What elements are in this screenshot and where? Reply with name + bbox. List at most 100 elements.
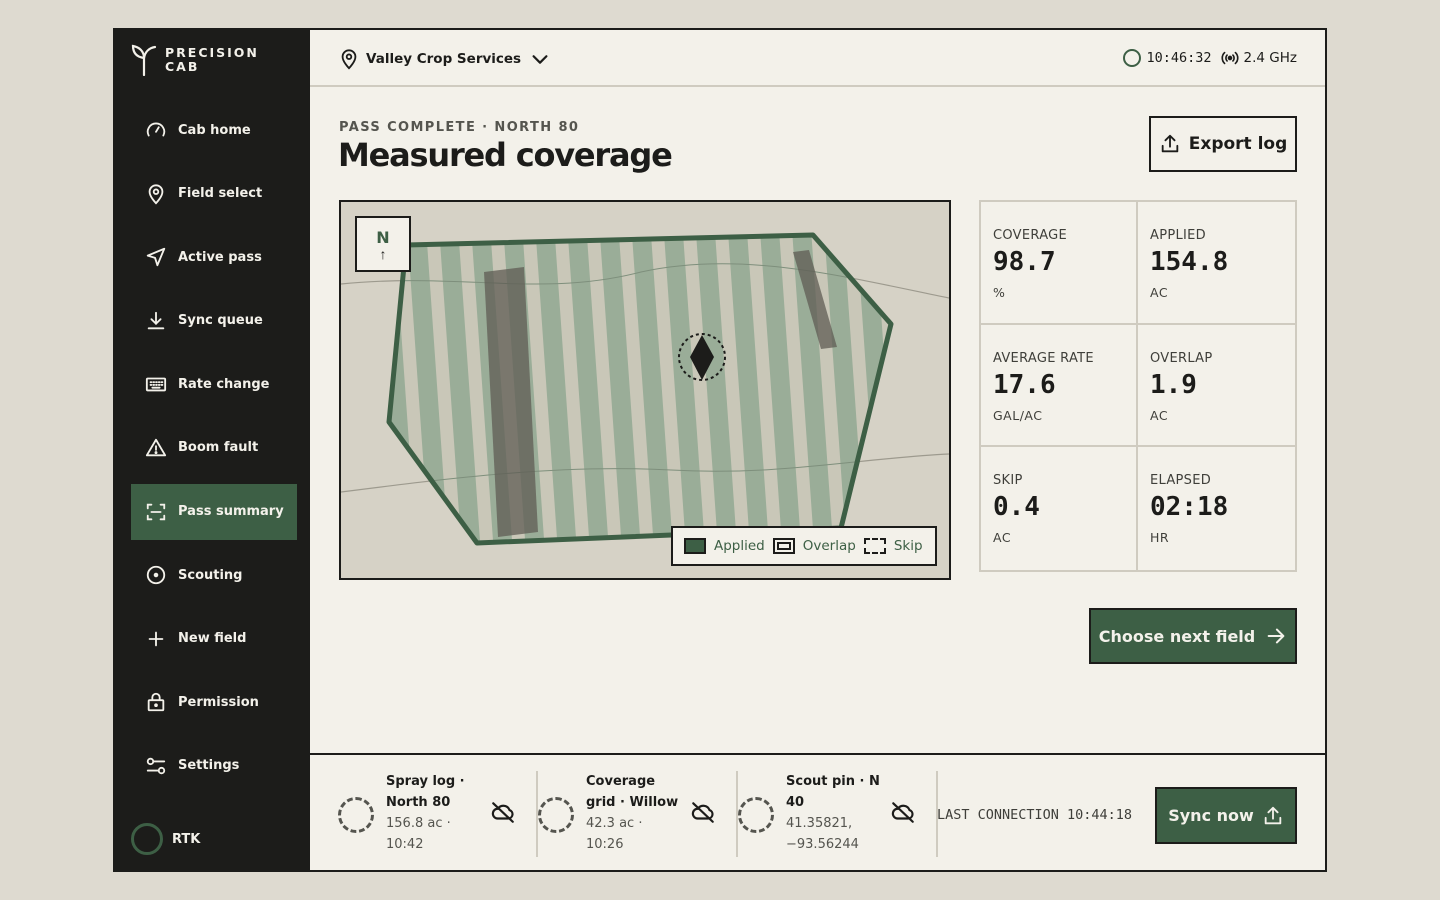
sidebar-item-label: Settings (178, 758, 240, 774)
coverage-map-canvas (341, 232, 949, 546)
page-title: Measured coverage (338, 136, 673, 174)
north-arrow-icon: ↑ (379, 246, 387, 262)
sidebar-item-label: Pass summary (178, 504, 284, 520)
navigation-icon (146, 248, 166, 267)
sidebar-item-label: Field select (178, 186, 263, 202)
cab-display: PRECISION CAB Cab home Field select Acti… (113, 28, 1327, 872)
stat-average-rate: AVERAGE RATE 17.6 GAL/AC (981, 324, 1138, 448)
north-indicator[interactable]: N ↑ (355, 216, 411, 272)
queue-item-title: Coverage grid · Willow (586, 774, 679, 810)
target-icon (146, 565, 166, 585)
sidebar-item-label: Permission (178, 694, 259, 710)
queue-item-meta: 42.3 ac · 10:26 (586, 816, 643, 852)
map-pin-icon (148, 183, 164, 205)
sidebar-item-label: Cab home (178, 122, 251, 138)
export-log-label: Export log (1188, 134, 1288, 154)
sidebar-item-cab-home[interactable]: Cab home (131, 102, 297, 158)
sidebar-item-pass-summary[interactable]: Pass summary (131, 483, 297, 540)
connection-status: 10:46:32 2.4 GHz (1122, 48, 1297, 68)
pending-sync-icon (538, 797, 574, 833)
stat-unit: AC (993, 530, 1012, 546)
sync-queue-item[interactable]: Coverage grid · Willow 42.3 ac · 10:26 (538, 771, 738, 857)
rtk-label: RTK (172, 831, 201, 847)
sync-queue-item[interactable]: Spray log · North 80 156.8 ac · 10:42 (338, 771, 538, 857)
sync-strip: Spray log · North 80 156.8 ac · 10:42 Co… (310, 753, 1325, 870)
chevron-down-icon (532, 55, 548, 64)
org-selector[interactable]: Valley Crop Services (338, 48, 551, 70)
gauge-icon (146, 122, 166, 137)
queue-item-title: Spray log · North 80 (386, 774, 465, 810)
stat-value: 98.7 (993, 247, 1056, 277)
stat-value: 02:18 (1150, 492, 1229, 523)
upload-icon (1161, 134, 1178, 153)
stat-value: 154.8 (1150, 247, 1229, 277)
stat-unit: % (993, 285, 1006, 300)
brand-name: PRECISION CAB (165, 45, 259, 74)
brand: PRECISION CAB (131, 44, 259, 76)
keyboard-icon (145, 377, 167, 392)
stat-unit: HR (1150, 530, 1170, 546)
coverage-map[interactable]: N ↑ Applied Overlap Skip (339, 200, 951, 580)
legend-overlap-label: Overlap (802, 538, 856, 554)
sidebar-item-label: Active pass (178, 249, 262, 265)
skip-swatch (863, 538, 886, 554)
sidebar-item-new-field[interactable]: New field (131, 611, 297, 667)
sync-queue-item[interactable]: Scout pin · N 40 41.35821, −93.56244 (738, 771, 938, 857)
sidebar-item-boom-fault[interactable]: Boom fault (131, 420, 297, 476)
cloud-off-icon (891, 802, 914, 823)
sync-now-label: Sync now (1168, 806, 1254, 825)
sidebar-item-sync-queue[interactable]: Sync queue (131, 293, 297, 349)
sidebar-item-active-pass[interactable]: Active pass (131, 229, 297, 285)
stat-value: 17.6 (993, 369, 1056, 400)
map-pin-icon (341, 49, 357, 70)
sidebar-item-label: Rate change (178, 376, 270, 392)
sidebar-item-label: Scouting (178, 567, 243, 583)
sidebar: PRECISION CAB Cab home Field select Acti… (115, 30, 310, 870)
stat-label: COVERAGE (993, 228, 1068, 243)
radio-signal-icon (1220, 51, 1239, 65)
rtk-status: RTK (131, 823, 200, 855)
stat-label: APPLIED (1150, 228, 1206, 243)
pending-sync-icon (738, 797, 774, 833)
stat-label: AVERAGE RATE (993, 350, 1094, 366)
pending-sync-icon (338, 797, 374, 833)
sync-now-button[interactable]: Sync now (1155, 787, 1297, 844)
cloud-off-icon (691, 802, 714, 823)
stat-unit: AC (1150, 407, 1169, 423)
sidebar-item-field-select[interactable]: Field select (131, 166, 297, 222)
legend-skip-label: Skip (893, 538, 923, 554)
choose-next-field-label: Choose next field (1098, 626, 1256, 646)
map-legend: Applied Overlap Skip (671, 526, 937, 566)
export-log-button[interactable]: Export log (1149, 116, 1297, 172)
warning-icon (145, 438, 167, 457)
sidebar-item-permission[interactable]: Permission (131, 674, 297, 730)
stat-value: 1.9 (1150, 369, 1197, 400)
upload-icon (1264, 806, 1282, 824)
sidebar-item-scouting[interactable]: Scouting (131, 547, 297, 603)
rtk-ring-icon (131, 823, 163, 855)
sidebar-item-rate-change[interactable]: Rate change (131, 356, 297, 412)
stat-label: OVERLAP (1150, 350, 1213, 366)
sidebar-item-label: New field (178, 631, 247, 647)
sidebar-item-label: Boom fault (178, 440, 259, 456)
org-name: Valley Crop Services (366, 51, 522, 67)
stat-label: ELAPSED (1150, 473, 1212, 489)
stat-value: 0.4 (993, 492, 1040, 523)
choose-next-field-button[interactable]: Choose next field (1089, 608, 1297, 664)
stat-applied: APPLIED 154.8 AC (1138, 202, 1295, 325)
cloud-off-icon (491, 802, 514, 823)
stat-unit: GAL/AC (993, 407, 1043, 423)
gps-status-icon (1122, 49, 1141, 67)
applied-passes (389, 235, 891, 543)
pass-stats-grid: COVERAGE 98.7 % APPLIED 154.8 AC AVERAGE… (979, 200, 1297, 572)
plus-icon (148, 631, 164, 647)
applied-swatch (684, 538, 706, 554)
sidebar-nav: Cab home Field select Active pass Sync q… (131, 102, 297, 802)
sidebar-item-settings[interactable]: Settings (131, 738, 297, 794)
pass-status-eyebrow: PASS COMPLETE · NORTH 80 (339, 120, 580, 135)
clock: 10:46:32 (1146, 50, 1212, 66)
top-bar: Valley Crop Services 10:46:32 2.4 GHz (310, 30, 1325, 87)
arrow-right-icon (1267, 628, 1285, 644)
stat-elapsed: ELAPSED 02:18 HR (1138, 447, 1295, 570)
queue-item-title: Scout pin · N 40 (786, 774, 880, 810)
